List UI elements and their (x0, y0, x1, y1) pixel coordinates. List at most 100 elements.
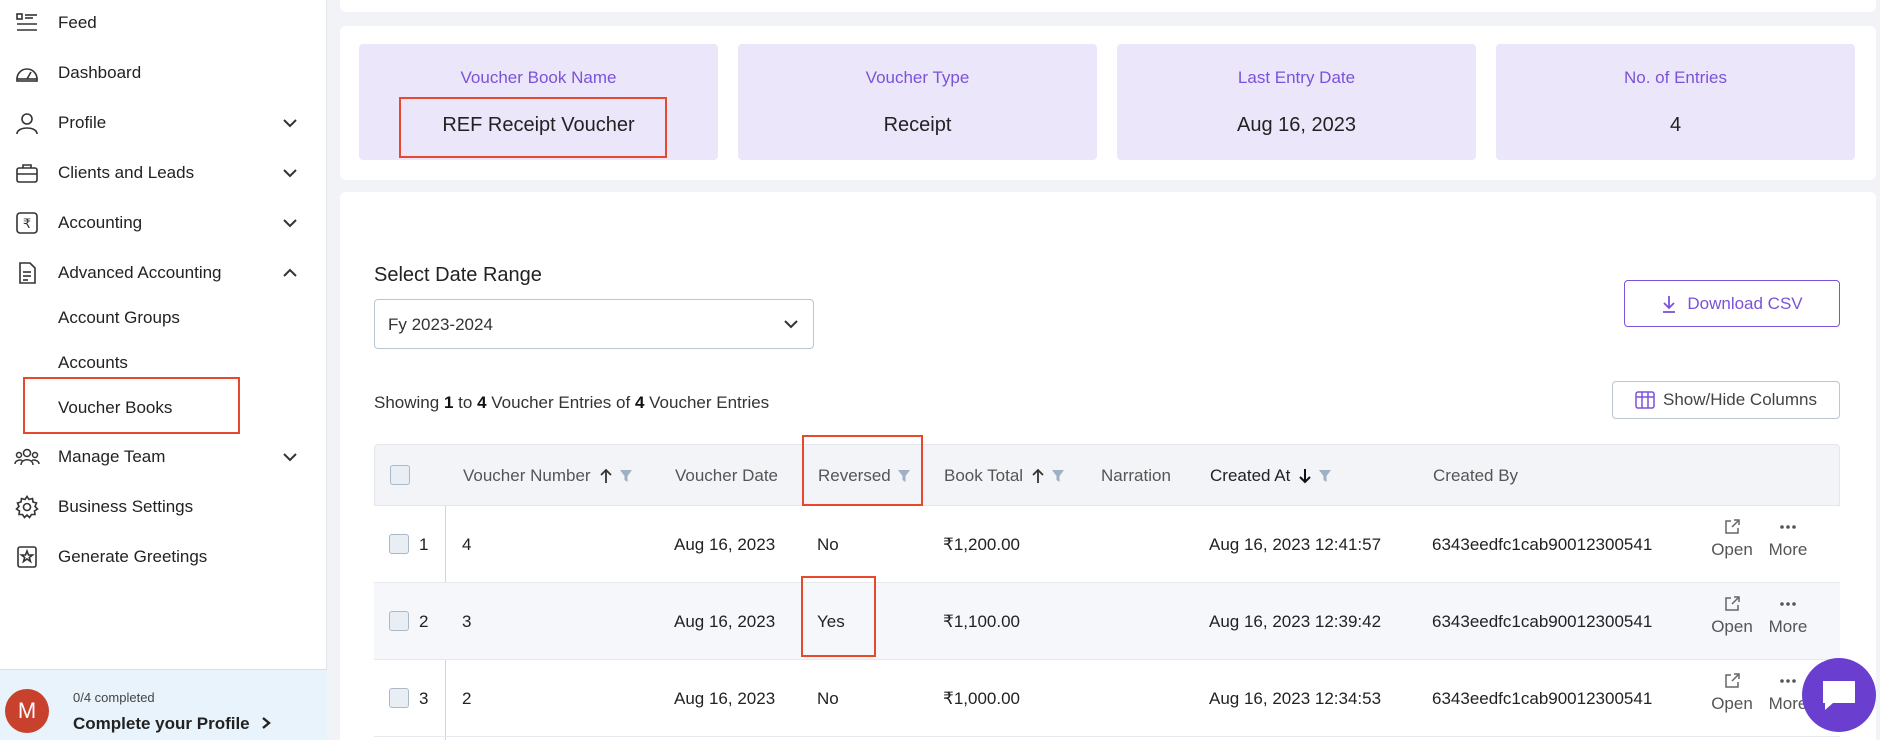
open-label: Open (1711, 694, 1753, 713)
column-header-created-by[interactable]: Created By (1433, 445, 1518, 507)
sidebar-item-advanced-accounting[interactable]: Advanced Accounting (0, 251, 327, 295)
complete-profile-link[interactable]: Complete your Profile (73, 714, 272, 734)
open-label: Open (1711, 617, 1753, 636)
dashboard-icon (14, 60, 40, 86)
show-hide-columns-label: Show/Hide Columns (1662, 390, 1817, 409)
column-header-voucher-date[interactable]: Voucher Date (675, 445, 778, 507)
chevron-down-icon (283, 119, 297, 128)
filter-icon[interactable] (1051, 469, 1065, 483)
column-header-label: Book Total (944, 466, 1024, 485)
summary-value: Receipt (883, 114, 952, 136)
sort-up-icon[interactable] (1031, 468, 1045, 484)
open-button[interactable]: Open (1707, 595, 1757, 637)
highlight-box-reversed-header (802, 435, 923, 506)
avatar: M (5, 689, 49, 733)
external-link-icon (1725, 596, 1740, 611)
summary-card-voucher-type: Voucher Type Receipt (738, 44, 1097, 160)
cell-book-total: ₹1,000.00 (943, 688, 1020, 708)
showing-suffix: Voucher Entries (649, 393, 770, 412)
showing-of-word: of (616, 393, 631, 412)
complete-profile-card[interactable]: M 0/4 completed Complete your Profile (0, 669, 327, 740)
table-row[interactable]: 2 3 Aug 16, 2023 Yes ₹1,100.00 Aug 16, 2… (374, 583, 1840, 660)
open-button[interactable]: Open (1707, 672, 1757, 714)
rupee-icon: ₹ (14, 210, 40, 236)
more-icon (1780, 525, 1796, 529)
team-icon (14, 444, 40, 470)
row-checkbox[interactable] (389, 611, 409, 631)
column-header-voucher-number[interactable]: Voucher Number (463, 445, 633, 507)
column-header-narration[interactable]: Narration (1101, 445, 1171, 507)
showing-entries-word: Voucher Entries (491, 393, 612, 412)
cell-created-at: Aug 16, 2023 12:39:42 (1209, 611, 1382, 631)
open-button[interactable]: Open (1707, 518, 1757, 560)
more-label: More (1768, 540, 1808, 559)
filter-icon[interactable] (619, 469, 633, 483)
sidebar-subitem-account-groups[interactable]: Account Groups (58, 308, 180, 328)
sidebar-item-manage-team[interactable]: Manage Team (0, 435, 327, 479)
more-icon (1780, 602, 1796, 606)
chevron-down-icon (283, 453, 297, 462)
sidebar-item-dashboard[interactable]: Dashboard (0, 51, 327, 95)
select-all-checkbox[interactable] (390, 465, 410, 485)
column-header-label: Narration (1101, 466, 1171, 485)
highlight-box-reversed-yes (801, 576, 876, 657)
summary-key: Last Entry Date (1237, 68, 1356, 87)
sidebar-item-label: Profile (58, 113, 107, 132)
sidebar-item-feed[interactable]: Feed (0, 1, 327, 45)
table-row[interactable]: 1 4 Aug 16, 2023 No ₹1,200.00 Aug 16, 20… (374, 506, 1840, 583)
sidebar-item-accounting[interactable]: ₹ Accounting (0, 201, 327, 245)
document-icon (14, 260, 40, 286)
chat-widget-button[interactable] (1802, 658, 1876, 732)
row-checkbox[interactable] (389, 688, 409, 708)
more-icon (1780, 679, 1796, 683)
sidebar-item-generate-greetings[interactable]: Generate Greetings (0, 535, 327, 579)
more-button[interactable]: More (1763, 518, 1813, 560)
showing-from: 1 (443, 393, 454, 412)
cell-voucher-date: Aug 16, 2023 (674, 611, 776, 631)
cell-voucher-date: Aug 16, 2023 (674, 688, 776, 708)
date-range-select[interactable]: Fy 2023-2024 (374, 299, 814, 349)
sort-up-icon[interactable] (599, 468, 613, 484)
external-link-icon (1725, 673, 1740, 688)
sidebar-item-label: Clients and Leads (58, 163, 195, 182)
chevron-up-icon (283, 268, 297, 277)
cell-reversed: No (817, 534, 839, 554)
sidebar-item-profile[interactable]: Profile (0, 101, 327, 145)
cell-created-by: 6343eedfc1cab90012300541 (1432, 611, 1653, 631)
column-header-label: Voucher Number (463, 466, 591, 485)
row-checkbox[interactable] (389, 534, 409, 554)
cell-voucher-number: 2 (462, 688, 472, 708)
columns-icon (1635, 391, 1655, 409)
table-row[interactable]: 3 2 Aug 16, 2023 No ₹1,000.00 Aug 16, 20… (374, 660, 1840, 737)
download-csv-button[interactable]: Download CSV (1624, 280, 1840, 327)
showing-prefix: Showing (374, 393, 440, 412)
sidebar: Feed Dashboard Profile Clients and Leads… (0, 0, 327, 740)
sort-down-icon[interactable] (1298, 468, 1312, 484)
row-index: 2 (419, 611, 429, 631)
more-button[interactable]: More (1763, 595, 1813, 637)
cell-created-at: Aug 16, 2023 12:34:53 (1209, 688, 1382, 708)
showing-to-word: to (458, 393, 473, 412)
chevron-right-icon (262, 717, 272, 729)
sidebar-subitem-accounts[interactable]: Accounts (58, 353, 128, 373)
highlight-box-book-name (399, 97, 667, 158)
top-card-edge (340, 0, 1876, 12)
summary-card-no-of-entries: No. of Entries 4 (1496, 44, 1855, 160)
show-hide-columns-button[interactable]: Show/Hide Columns (1612, 381, 1840, 419)
column-header-created-at[interactable]: Created At (1210, 445, 1332, 507)
svg-text:₹: ₹ (23, 217, 31, 232)
cell-reversed: No (817, 688, 839, 708)
more-label: More (1768, 617, 1808, 636)
column-header-label: Created At (1210, 466, 1291, 485)
external-link-icon (1725, 519, 1740, 534)
table-header: Voucher Number Voucher Date Reversed Boo… (374, 444, 1840, 506)
sidebar-item-label: Feed (58, 13, 97, 32)
summary-key: Voucher Type (865, 68, 970, 87)
voucher-entries-panel: Select Date Range Fy 2023-2024 Download … (340, 192, 1876, 740)
complete-profile-label: Complete your Profile (73, 714, 250, 733)
sidebar-item-business-settings[interactable]: Business Settings (0, 485, 327, 529)
column-header-book-total[interactable]: Book Total (944, 445, 1065, 507)
sidebar-item-clients-and-leads[interactable]: Clients and Leads (0, 151, 327, 195)
sidebar-item-label: Business Settings (58, 497, 194, 516)
filter-icon[interactable] (1318, 469, 1332, 483)
